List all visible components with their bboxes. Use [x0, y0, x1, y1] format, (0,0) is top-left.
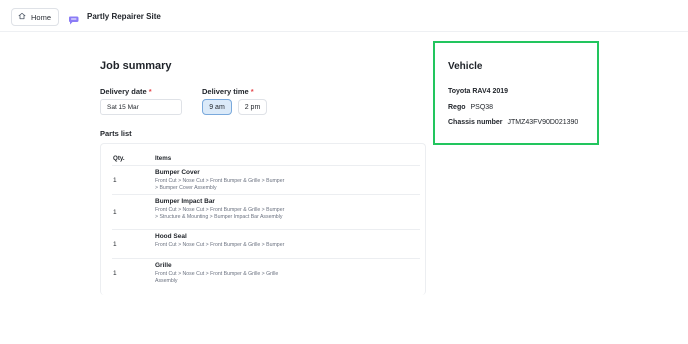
row-part-name: Bumper Impact Bar — [155, 198, 215, 205]
home-icon — [18, 12, 26, 22]
required-mark: * — [148, 87, 152, 96]
vehicle-chassis: Chassis number JTMZ43FV90D021390 — [448, 119, 578, 126]
table-row: 1 Grille Front Cut > Nose Cut > Front Bu… — [112, 259, 420, 287]
row-part-name: Bumper Cover — [155, 169, 200, 176]
row-qty: 1 — [113, 270, 117, 277]
vehicle-card: Vehicle Toyota RAV4 2019 Rego PSQ38 Chass… — [433, 41, 599, 145]
site-name: Partly Repairer Site — [87, 12, 161, 21]
time-option-2pm[interactable]: 2 pm — [238, 99, 267, 115]
table-row: 1 Hood Seal Front Cut > Nose Cut > Front… — [112, 230, 420, 259]
home-button[interactable]: Home — [11, 8, 60, 26]
table-row: 1 Bumper Cover Front Cut > Nose Cut > Fr… — [112, 166, 420, 195]
top-bar: Home Partly Repairer Site — [0, 0, 688, 32]
vehicle-title: Vehicle — [448, 61, 483, 72]
time-option-9am[interactable]: 9 am — [202, 99, 232, 115]
row-qty: 1 — [113, 209, 117, 216]
row-qty: 1 — [113, 241, 117, 248]
delivery-time-label: Delivery time * — [202, 87, 254, 96]
rego-label: Rego — [448, 104, 466, 111]
row-part-path: Front Cut > Nose Cut > Front Bumper & Gr… — [155, 178, 285, 191]
vehicle-rego: Rego PSQ38 — [448, 104, 493, 111]
rego-value: PSQ38 — [470, 104, 494, 111]
table-row: 1 Bumper Impact Bar Front Cut > Nose Cut… — [112, 195, 420, 230]
row-part-path: Front Cut > Nose Cut > Front Bumper & Gr… — [155, 207, 285, 220]
parts-list-title: Parts list — [100, 129, 132, 138]
parts-table: Qty. Items 1 Bumper Cover Front Cut > No… — [100, 143, 426, 295]
vehicle-model: Toyota RAV4 2019 — [448, 88, 509, 95]
row-part-path: Front Cut > Nose Cut > Front Bumper & Gr… — [155, 242, 285, 248]
delivery-date-value: Sat 15 Mar — [107, 103, 139, 111]
column-header-qty: Qty. — [113, 155, 125, 162]
required-mark: * — [250, 87, 254, 96]
parts-table-header: Qty. Items — [112, 153, 420, 166]
row-part-path: Front Cut > Nose Cut > Front Bumper & Gr… — [155, 271, 279, 284]
delivery-date-field[interactable]: Sat 15 Mar — [100, 99, 182, 115]
page-title: Job summary — [100, 60, 172, 72]
home-button-label: Home — [31, 12, 52, 22]
chassis-label: Chassis number — [448, 119, 503, 126]
chassis-value: JTMZ43FV90D021390 — [507, 119, 579, 126]
delivery-date-label: Delivery date * — [100, 87, 152, 96]
row-part-name: Hood Seal — [155, 233, 187, 240]
column-header-items: Items — [155, 155, 172, 162]
row-part-name: Grille — [155, 262, 172, 269]
partly-logo-icon — [68, 12, 79, 25]
row-qty: 1 — [113, 177, 117, 184]
